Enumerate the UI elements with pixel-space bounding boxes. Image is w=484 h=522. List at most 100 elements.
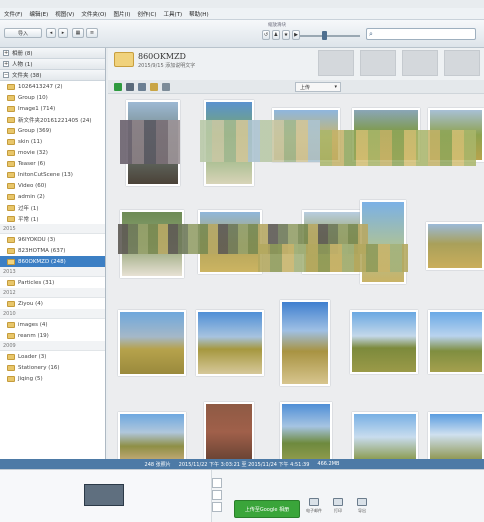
menu-create[interactable]: 创作(C) bbox=[137, 10, 156, 18]
folder-icon bbox=[7, 258, 15, 265]
sidebar-folder[interactable]: reanm (19) bbox=[0, 330, 105, 341]
movie-icon[interactable] bbox=[138, 83, 146, 91]
status-bar: 248 张照片 2015/11/22 下午 3:03:21 至 2015/11/… bbox=[0, 459, 484, 469]
sidebar-folder-label: 1026413247 (2) bbox=[18, 83, 63, 90]
upload-dropdown[interactable]: 上传 ▾ bbox=[295, 82, 341, 92]
sidebar-folder[interactable]: 1026413247 (2) bbox=[0, 81, 105, 92]
collapse-icon[interactable]: − bbox=[3, 72, 9, 78]
menu-folder[interactable]: 文件夹(O) bbox=[81, 10, 106, 18]
expand-icon[interactable]: + bbox=[3, 50, 9, 56]
list-view-icon[interactable]: ≡ bbox=[86, 28, 98, 38]
tray-selection-area bbox=[0, 470, 212, 522]
folder-subtitle[interactable]: 2015/9/15 添加说明文字 bbox=[138, 62, 195, 69]
sidebar-folder[interactable]: images (4) bbox=[0, 319, 105, 330]
play-slideshow-icon[interactable] bbox=[114, 83, 122, 91]
photo-thumbnail[interactable] bbox=[280, 402, 332, 459]
share-label: 上传至Google 相册 bbox=[244, 506, 290, 513]
sidebar-folder[interactable]: Group (369) bbox=[0, 125, 105, 136]
zoom-slider-track[interactable] bbox=[300, 35, 360, 37]
sidebar-folder[interactable]: InitonCutScene (13) bbox=[0, 169, 105, 180]
import-button[interactable]: 导入 bbox=[4, 28, 42, 38]
photo-thumbnail[interactable] bbox=[428, 412, 484, 459]
sidebar-folder[interactable]: 823HOTMA (637) bbox=[0, 245, 105, 256]
sidebar-folder[interactable]: Stationery (16) bbox=[0, 362, 105, 373]
video-filter-icon[interactable]: ▶ bbox=[292, 30, 300, 40]
clear-icon[interactable] bbox=[212, 490, 222, 500]
folder-icon bbox=[7, 83, 15, 90]
email-button[interactable]: 电子邮件 bbox=[304, 498, 324, 520]
export-button[interactable]: 导出 bbox=[352, 498, 372, 520]
photo-thumbnail[interactable] bbox=[280, 300, 330, 386]
menu-view[interactable]: 视图(V) bbox=[55, 10, 74, 18]
menu-picture[interactable]: 图片(I) bbox=[113, 10, 130, 18]
print-button[interactable]: 打印 bbox=[328, 498, 348, 520]
sidebar-folder-selected[interactable]: 860OKMZD (248) bbox=[0, 256, 105, 267]
add-to-album-icon[interactable] bbox=[212, 502, 222, 512]
sidebar-folder[interactable]: Particles (31) bbox=[0, 277, 105, 288]
save-icon[interactable] bbox=[162, 83, 170, 91]
share-google-photos-button[interactable]: 上传至Google 相册 bbox=[234, 500, 300, 518]
folder-icon bbox=[7, 116, 15, 123]
folder-icon bbox=[7, 182, 15, 189]
photo-thumbnail[interactable] bbox=[428, 310, 484, 374]
folder-icon bbox=[7, 105, 15, 112]
sidebar-folder[interactable]: Teaser (6) bbox=[0, 158, 105, 169]
year-header: 2009 bbox=[0, 341, 105, 351]
mosaic-blur bbox=[320, 130, 476, 166]
folder-icon bbox=[7, 236, 15, 243]
sidebar-folder[interactable]: skin (11) bbox=[0, 136, 105, 147]
zoom-caption: 缩放滑块 bbox=[268, 23, 286, 28]
tray-thumbnail[interactable] bbox=[84, 484, 124, 506]
photo-thumbnail[interactable] bbox=[196, 310, 264, 376]
collage-icon[interactable] bbox=[126, 83, 134, 91]
rotate-left-icon[interactable]: ↺ bbox=[262, 30, 270, 40]
zoom-slider-handle[interactable] bbox=[322, 31, 327, 40]
folder-size: 466.2MB bbox=[317, 461, 340, 467]
folder-header: 860OKMZD 2015/9/15 添加说明文字 bbox=[108, 48, 484, 80]
sidebar-section-folders[interactable]: − 文件夹 (38) bbox=[0, 70, 105, 81]
folder-icon bbox=[7, 171, 15, 178]
person-filter-icon[interactable]: ♟ bbox=[272, 30, 280, 40]
photo-thumbnail[interactable] bbox=[118, 310, 186, 376]
sidebar-folder[interactable]: Image1 (714) bbox=[0, 103, 105, 114]
sidebar-folder-label: 96IYOKOU (3) bbox=[18, 236, 56, 243]
photo-thumbnail[interactable] bbox=[204, 402, 254, 459]
menu-help[interactable]: 帮助(H) bbox=[189, 10, 208, 18]
menu-edit[interactable]: 编辑(E) bbox=[29, 10, 48, 18]
sidebar-section-people[interactable]: + 人物 (1) bbox=[0, 59, 105, 70]
sidebar-folder[interactable]: Ziyou (4) bbox=[0, 298, 105, 309]
sidebar-section-albums[interactable]: + 相册 (8) bbox=[0, 48, 105, 59]
sidebar-folder[interactable]: Video (60) bbox=[0, 180, 105, 191]
search-input[interactable]: ⌕ bbox=[366, 28, 476, 40]
back-button[interactable]: ◂ bbox=[46, 28, 56, 38]
expand-icon[interactable]: + bbox=[3, 61, 9, 67]
sidebar-folder[interactable]: 96IYOKOU (3) bbox=[0, 234, 105, 245]
folder-icon bbox=[7, 353, 15, 360]
sidebar-folder-label: Ziyou (4) bbox=[18, 300, 43, 307]
folder-title[interactable]: 860OKMZD bbox=[138, 52, 186, 61]
sidebar-folder[interactable]: movie (32) bbox=[0, 147, 105, 158]
photo-thumbnail[interactable] bbox=[426, 222, 484, 270]
grid-view-icon[interactable]: ▦ bbox=[72, 28, 84, 38]
sidebar-folder[interactable]: Jiqing (5) bbox=[0, 373, 105, 384]
export-label: 导出 bbox=[358, 508, 366, 513]
menu-tools[interactable]: 工具(T) bbox=[164, 10, 183, 18]
sidebar-folder[interactable]: admin (2) bbox=[0, 191, 105, 202]
sidebar-folder-label: skin (11) bbox=[18, 138, 43, 145]
photo-thumbnail[interactable] bbox=[350, 310, 418, 374]
sidebar-folder-label: Loader (3) bbox=[18, 353, 47, 360]
folder-icon bbox=[7, 138, 15, 145]
sidebar-folder[interactable]: 平常 (1) bbox=[0, 213, 105, 224]
sidebar-folder[interactable]: Loader (3) bbox=[0, 351, 105, 362]
hold-icon[interactable] bbox=[212, 478, 222, 488]
sidebar-folder[interactable]: 过年 (1) bbox=[0, 202, 105, 213]
star-filter-icon[interactable]: ★ bbox=[282, 30, 290, 40]
forward-button[interactable]: ▸ bbox=[58, 28, 68, 38]
photo-thumbnail[interactable] bbox=[352, 412, 418, 459]
sidebar-folder-label: Teaser (6) bbox=[18, 160, 46, 167]
sidebar-folder[interactable]: Group (10) bbox=[0, 92, 105, 103]
star-icon[interactable] bbox=[150, 83, 158, 91]
photo-thumbnail[interactable] bbox=[118, 412, 186, 459]
menu-file[interactable]: 文件(F) bbox=[4, 10, 22, 18]
sidebar-folder[interactable]: 新文件夹20161221405 (24) bbox=[0, 114, 105, 125]
